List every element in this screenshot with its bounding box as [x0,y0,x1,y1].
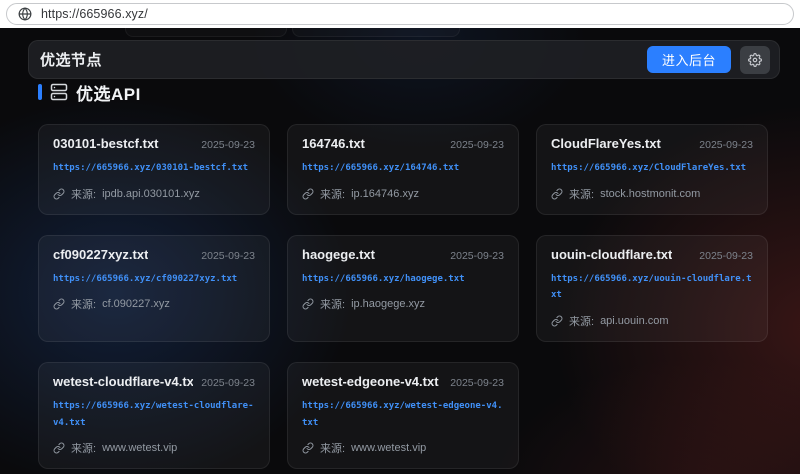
file-date: 2025-09-23 [450,377,504,389]
api-card[interactable]: 030101-bestcf.txt 2025-09-23 https://665… [38,124,270,215]
file-date: 2025-09-23 [699,250,753,262]
globe-icon [18,7,32,21]
file-name: uouin-cloudflare.txt [551,247,672,262]
api-card[interactable]: 164746.txt 2025-09-23 https://665966.xyz… [287,124,519,215]
api-card[interactable]: wetest-edgeone-v4.txt 2025-09-23 https:/… [287,362,519,469]
file-url-link[interactable]: https://665966.xyz/030101-bestcf.txt [53,160,255,177]
scrolled-card-remnant [292,28,460,37]
source-label: 来源: [71,186,96,202]
file-name: wetest-cloudflare-v4.txt [53,374,193,389]
enter-admin-button[interactable]: 进入后台 [647,46,731,73]
address-url[interactable]: https://665966.xyz/ [41,7,148,21]
file-date: 2025-09-23 [201,377,255,389]
file-name: haogege.txt [302,247,375,262]
card-header: wetest-cloudflare-v4.txt 2025-09-23 [53,374,255,389]
source-label: 来源: [569,186,594,202]
file-url-link[interactable]: https://665966.xyz/wetest-edgeone-v4.txt [302,398,504,431]
file-url-link[interactable]: https://665966.xyz/cf090227xyz.txt [53,271,255,288]
file-url-link[interactable]: https://665966.xyz/haogege.txt [302,271,504,288]
card-header: 030101-bestcf.txt 2025-09-23 [53,136,255,151]
source-line: 来源: stock.hostmonit.com [551,186,753,202]
api-card[interactable]: uouin-cloudflare.txt 2025-09-23 https://… [536,235,768,342]
source-line: 来源: cf.090227.xyz [53,296,255,312]
card-header: haogege.txt 2025-09-23 [302,247,504,262]
source-line: 来源: ipdb.api.030101.xyz [53,186,255,202]
page: 优选节点 进入后台 优选API 030101-bestcf.txt 2025-0… [0,28,800,474]
file-name: cf090227xyz.txt [53,247,148,262]
card-header: 164746.txt 2025-09-23 [302,136,504,151]
source-domain: ip.haogege.xyz [351,298,425,310]
source-line: 来源: www.wetest.vip [302,440,504,456]
source-label: 来源: [71,440,96,456]
source-label: 来源: [320,186,345,202]
card-header: cf090227xyz.txt 2025-09-23 [53,247,255,262]
settings-button[interactable] [740,46,770,74]
accent-bar [38,84,42,100]
file-name: wetest-edgeone-v4.txt [302,374,439,389]
link-icon [53,442,65,454]
file-date: 2025-09-23 [201,250,255,262]
source-label: 来源: [320,440,345,456]
link-icon [551,315,563,327]
source-domain: api.uouin.com [600,315,669,327]
sticky-header: 优选节点 进入后台 [28,40,780,79]
source-domain: ip.164746.xyz [351,188,419,200]
file-name: 030101-bestcf.txt [53,136,159,151]
source-line: 来源: ip.haogege.xyz [302,296,504,312]
section-title: 优选API [76,80,141,105]
file-date: 2025-09-23 [201,139,255,151]
server-icon [50,83,68,101]
api-card[interactable]: CloudFlareYes.txt 2025-09-23 https://665… [536,124,768,215]
source-label: 来源: [71,296,96,312]
source-domain: www.wetest.vip [351,442,426,454]
source-line: 来源: ip.164746.xyz [302,186,504,202]
api-card[interactable]: cf090227xyz.txt 2025-09-23 https://66596… [38,235,270,342]
link-icon [551,188,563,200]
source-line: 来源: api.uouin.com [551,313,753,329]
file-date: 2025-09-23 [450,250,504,262]
api-card[interactable]: haogege.txt 2025-09-23 https://665966.xy… [287,235,519,342]
gear-icon [748,53,762,67]
source-domain: stock.hostmonit.com [600,188,700,200]
link-icon [302,298,314,310]
file-url-link[interactable]: https://665966.xyz/CloudFlareYes.txt [551,160,753,177]
file-date: 2025-09-23 [699,139,753,151]
scrolled-card-remnant [125,28,287,37]
card-header: uouin-cloudflare.txt 2025-09-23 [551,247,753,262]
api-section-header: 优选API [38,81,141,103]
link-icon [302,442,314,454]
file-date: 2025-09-23 [450,139,504,151]
source-line: 来源: www.wetest.vip [53,440,255,456]
api-card-grid: 030101-bestcf.txt 2025-09-23 https://665… [38,124,768,469]
source-label: 来源: [320,296,345,312]
api-card[interactable]: wetest-cloudflare-v4.txt 2025-09-23 http… [38,362,270,469]
file-url-link[interactable]: https://665966.xyz/uouin-cloudflare.txt [551,271,753,304]
link-icon [302,188,314,200]
card-header: CloudFlareYes.txt 2025-09-23 [551,136,753,151]
file-name: CloudFlareYes.txt [551,136,661,151]
source-domain: cf.090227.xyz [102,298,170,310]
browser-chrome: https://665966.xyz/ [0,0,800,28]
address-bar[interactable]: https://665966.xyz/ [6,3,794,25]
source-domain: www.wetest.vip [102,442,177,454]
source-label: 来源: [569,313,594,329]
file-url-link[interactable]: https://665966.xyz/164746.txt [302,160,504,177]
file-name: 164746.txt [302,136,365,151]
card-header: wetest-edgeone-v4.txt 2025-09-23 [302,374,504,389]
link-icon [53,298,65,310]
source-domain: ipdb.api.030101.xyz [102,188,200,200]
link-icon [53,188,65,200]
page-title: 优选节点 [40,49,102,70]
file-url-link[interactable]: https://665966.xyz/wetest-cloudflare-v4.… [53,398,255,431]
